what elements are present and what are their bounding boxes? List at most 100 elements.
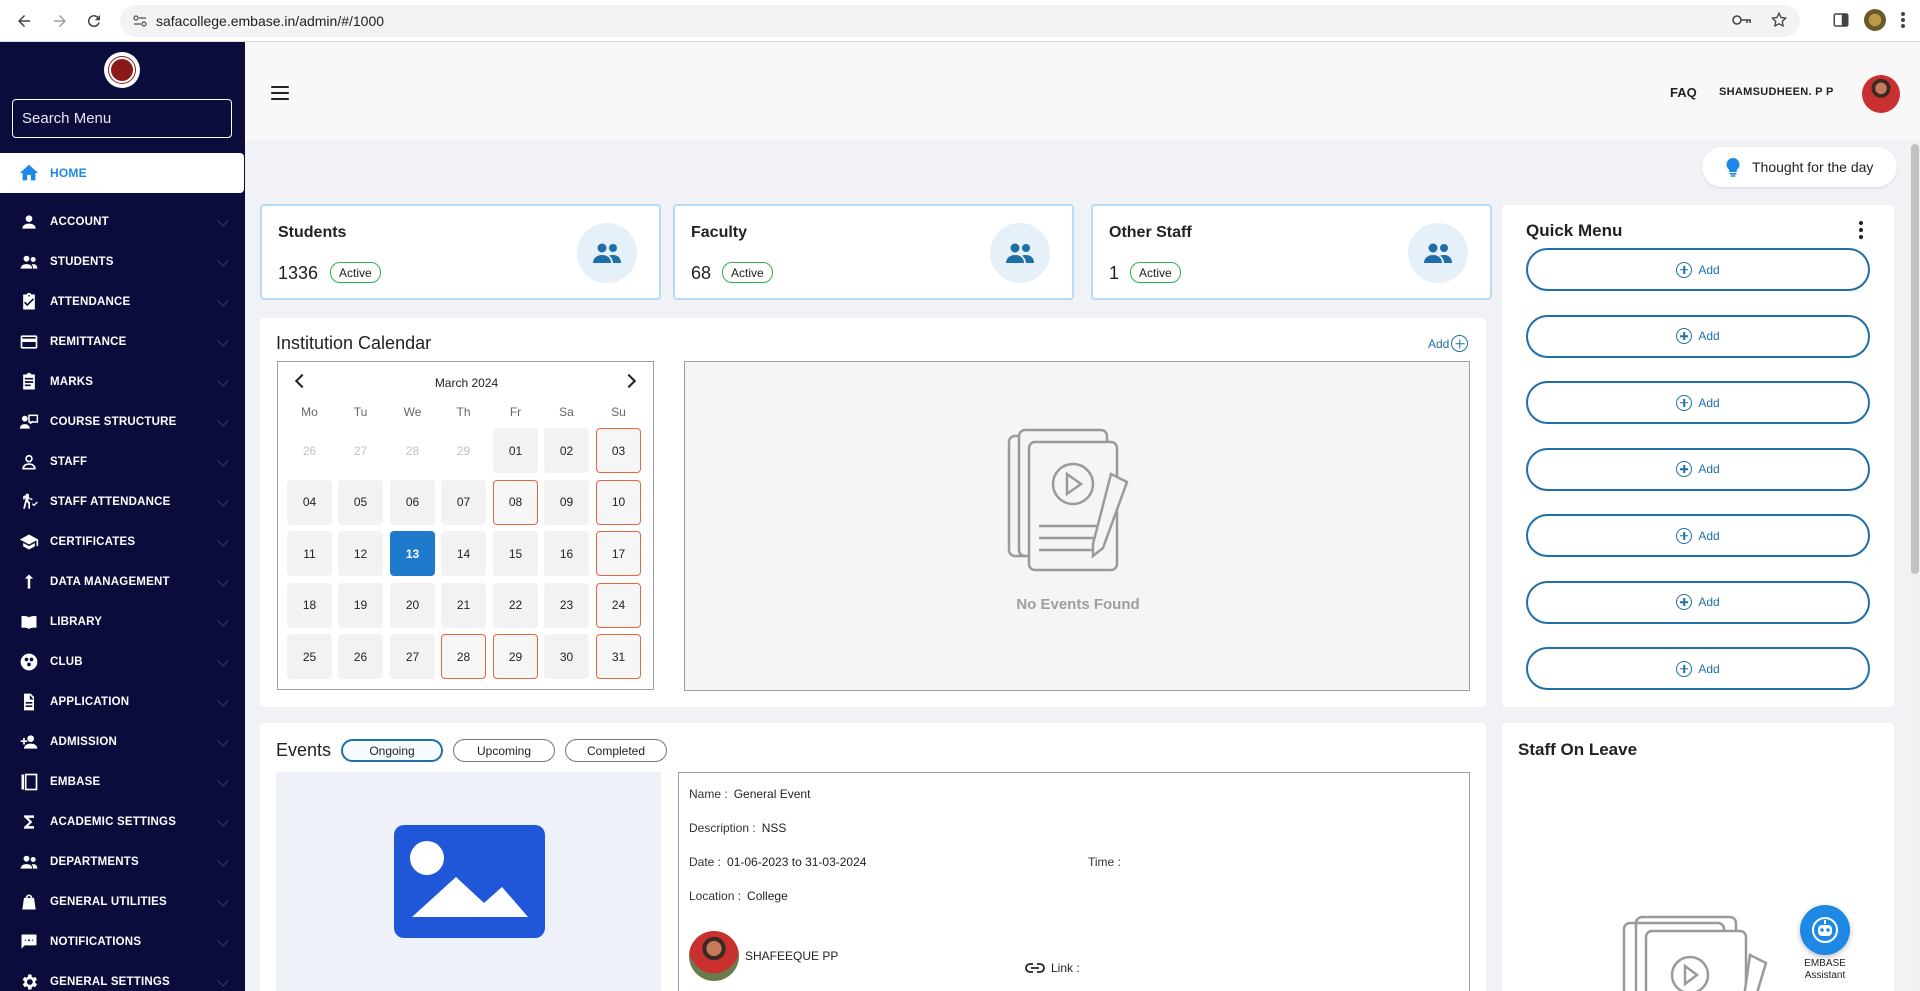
calendar-day[interactable]: 04 bbox=[287, 479, 332, 525]
sidebar-item-notifications[interactable]: NOTIFICATIONS bbox=[0, 922, 245, 962]
side-panel-icon[interactable] bbox=[1832, 11, 1850, 29]
quick-menu-add-label: Add bbox=[1698, 528, 1720, 543]
quick-menu-add-button[interactable]: Add bbox=[1526, 447, 1870, 491]
quick-menu-add-button[interactable]: Add bbox=[1526, 314, 1870, 358]
calendar-day-holiday[interactable]: 10 bbox=[596, 479, 641, 525]
sidebar-item-application[interactable]: APPLICATION bbox=[0, 682, 245, 722]
calendar-day[interactable]: 26 bbox=[338, 634, 383, 679]
calendar-day[interactable]: 06 bbox=[390, 479, 435, 525]
calendar-day-holiday[interactable]: 24 bbox=[596, 582, 641, 628]
thought-for-the-day-button[interactable]: Thought for the day bbox=[1702, 147, 1897, 187]
sidebar-item-account[interactable]: ACCOUNT bbox=[0, 202, 245, 242]
reload-icon[interactable] bbox=[82, 9, 106, 33]
calendar-day[interactable]: 16 bbox=[544, 531, 589, 576]
calendar-day[interactable]: 29 bbox=[441, 428, 486, 473]
calendar-day[interactable]: 12 bbox=[338, 531, 383, 576]
calendar-add-button[interactable]: Add bbox=[1428, 335, 1469, 352]
embase-assistant-button[interactable] bbox=[1800, 905, 1850, 955]
password-key-icon[interactable] bbox=[1732, 13, 1752, 27]
calendar-day-holiday[interactable]: 08 bbox=[493, 479, 538, 525]
calendar-day[interactable]: 01 bbox=[493, 428, 538, 473]
user-name[interactable]: SHAMSUDHEEN. P P bbox=[1719, 86, 1834, 98]
profile-avatar-icon[interactable] bbox=[1864, 9, 1886, 31]
quick-menu-add-button[interactable]: Add bbox=[1526, 514, 1870, 557]
person-add-icon bbox=[18, 731, 40, 753]
faq-link[interactable]: FAQ bbox=[1670, 85, 1697, 100]
calendar-day[interactable]: 26 bbox=[287, 428, 332, 473]
quick-menu-add-button[interactable]: Add bbox=[1526, 248, 1870, 291]
sidebar-item-embase[interactable]: EMBASE bbox=[0, 762, 245, 802]
quick-menu-add-button[interactable]: Add bbox=[1526, 381, 1870, 424]
calendar-day[interactable]: 27 bbox=[338, 428, 383, 473]
calendar-day[interactable]: 15 bbox=[493, 531, 538, 576]
quick-menu-add-button[interactable]: Add bbox=[1526, 647, 1870, 690]
students-stat-card[interactable]: Students 1336 Active bbox=[260, 204, 661, 300]
sidebar-item-general-settings[interactable]: GENERAL SETTINGS bbox=[0, 962, 245, 991]
sidebar-item-attendance[interactable]: ATTENDANCE bbox=[0, 282, 245, 322]
calendar-day[interactable]: 18 bbox=[287, 582, 332, 628]
browser-menu-icon[interactable] bbox=[1900, 11, 1906, 29]
site-settings-icon[interactable] bbox=[132, 13, 148, 29]
calendar-day[interactable]: 30 bbox=[544, 634, 589, 679]
calendar-day[interactable]: 09 bbox=[544, 479, 589, 525]
no-data-illustration-icon bbox=[1622, 915, 1768, 991]
calendar-day[interactable]: 28 bbox=[390, 428, 435, 473]
user-avatar[interactable] bbox=[1862, 75, 1900, 113]
more-vert-icon[interactable] bbox=[1858, 221, 1864, 239]
calendar-day[interactable]: 23 bbox=[544, 582, 589, 628]
sidebar-item-staff[interactable]: STAFF bbox=[0, 442, 245, 482]
calendar-day-today[interactable]: 13 bbox=[390, 531, 435, 576]
sidebar-item-students[interactable]: STUDENTS bbox=[0, 242, 245, 282]
address-bar[interactable]: safacollege.embase.in/admin/#/1000 bbox=[120, 5, 1800, 37]
calendar-day[interactable]: 21 bbox=[441, 582, 486, 628]
sidebar-item-remittance[interactable]: REMITTANCE bbox=[0, 322, 245, 362]
calendar-day[interactable]: 25 bbox=[287, 634, 332, 679]
calendar-day[interactable]: 19 bbox=[338, 582, 383, 628]
calendar-day-holiday[interactable]: 03 bbox=[596, 428, 641, 473]
tab-upcoming[interactable]: Upcoming bbox=[453, 739, 555, 762]
calendar-day[interactable]: 07 bbox=[441, 479, 486, 525]
quick-menu-add-button[interactable]: Add bbox=[1526, 580, 1870, 624]
calendar-day[interactable]: 05 bbox=[338, 479, 383, 525]
sidebar-item-staff-attendance[interactable]: STAFF ATTENDANCE bbox=[0, 482, 245, 522]
sidebar-item-admission[interactable]: ADMISSION bbox=[0, 722, 245, 762]
sidebar-item-departments[interactable]: DEPARTMENTS bbox=[0, 842, 245, 882]
sidebar-item-general-utilities[interactable]: GENERAL UTILITIES bbox=[0, 882, 245, 922]
scrollbar-thumb[interactable] bbox=[1911, 144, 1919, 574]
calendar-day-holiday[interactable]: 31 bbox=[596, 634, 641, 679]
page-scrollbar[interactable] bbox=[1910, 140, 1920, 991]
calendar-day[interactable]: 20 bbox=[390, 582, 435, 628]
sidebar-item-home[interactable]: HOME bbox=[0, 153, 244, 193]
forward-icon[interactable] bbox=[48, 9, 72, 33]
tab-completed[interactable]: Completed bbox=[565, 739, 667, 762]
faculty-stat-card[interactable]: Faculty 68 Active bbox=[673, 204, 1074, 300]
sidebar-item-marks[interactable]: MARKS bbox=[0, 362, 245, 402]
calendar-day[interactable]: 27 bbox=[390, 634, 435, 679]
back-icon[interactable] bbox=[12, 9, 36, 33]
search-menu-input[interactable] bbox=[12, 99, 232, 138]
tab-ongoing[interactable]: Ongoing bbox=[341, 739, 443, 762]
sidebar-item-course-structure[interactable]: COURSE STRUCTURE bbox=[0, 402, 245, 442]
url-text[interactable]: safacollege.embase.in/admin/#/1000 bbox=[156, 13, 384, 29]
chevron-down-icon bbox=[217, 975, 229, 987]
other-staff-stat-card[interactable]: Other Staff 1 Active bbox=[1091, 204, 1492, 300]
calendar-day[interactable]: 22 bbox=[493, 582, 538, 628]
calendar-day-holiday[interactable]: 17 bbox=[596, 531, 641, 576]
sidebar-item-certificates[interactable]: CERTIFICATES bbox=[0, 522, 245, 562]
calendar-day[interactable]: 02 bbox=[544, 428, 589, 473]
add-circle-icon bbox=[1676, 594, 1693, 610]
calendar-day-holiday[interactable]: 28 bbox=[441, 634, 486, 679]
sidebar-item-data-management[interactable]: DATA MANAGEMENT bbox=[0, 562, 245, 602]
sidebar-item-library[interactable]: LIBRARY bbox=[0, 602, 245, 642]
calendar-day[interactable]: 14 bbox=[441, 531, 486, 576]
sidebar-item-club[interactable]: CLUB bbox=[0, 642, 245, 682]
event-link[interactable]: Link : bbox=[1025, 961, 1080, 975]
college-logo[interactable] bbox=[104, 52, 140, 88]
status-badge: Active bbox=[330, 262, 381, 283]
calendar-day[interactable]: 11 bbox=[287, 531, 332, 576]
bookmark-star-icon[interactable] bbox=[1770, 11, 1788, 29]
sidebar-item-academic-settings[interactable]: ACADEMIC SETTINGS bbox=[0, 802, 245, 842]
assistant-label-line1: EMBASE bbox=[1804, 958, 1846, 969]
calendar-day-holiday[interactable]: 29 bbox=[493, 634, 538, 679]
hamburger-menu-icon[interactable] bbox=[271, 86, 289, 100]
